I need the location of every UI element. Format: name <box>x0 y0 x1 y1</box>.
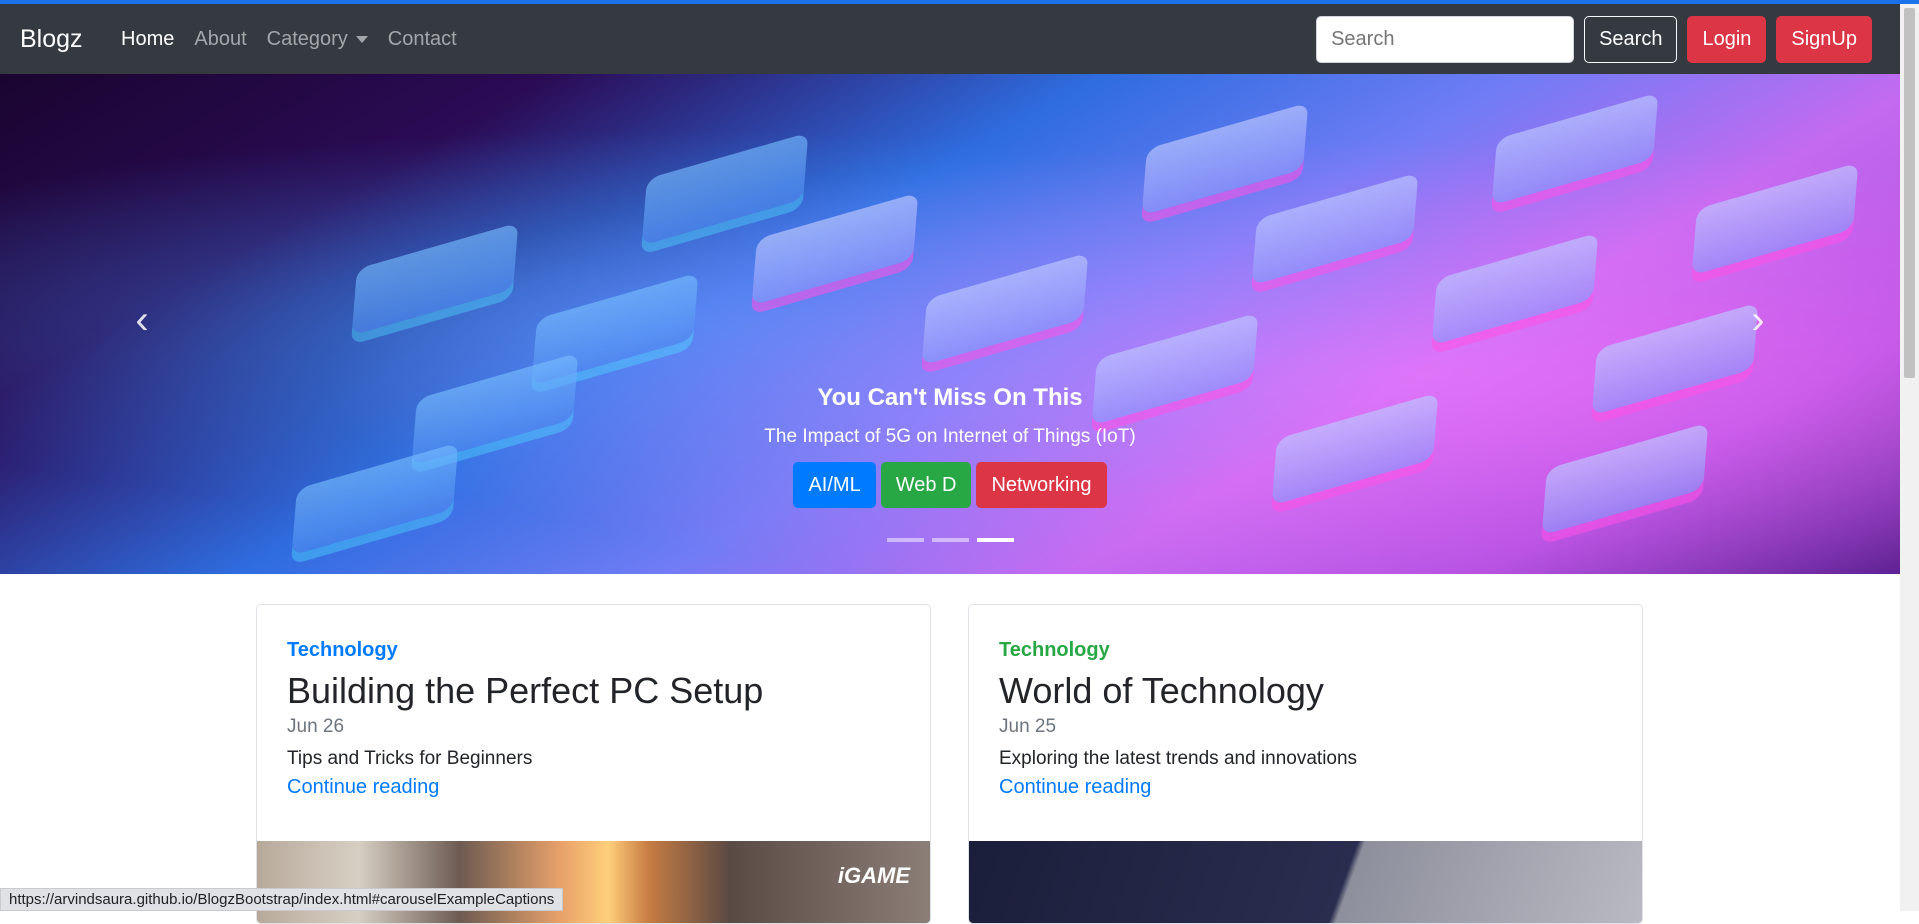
card-date: Jun 25 <box>999 716 1057 737</box>
nav-dropdown-category[interactable]: Category <box>257 28 378 51</box>
carousel-next-button[interactable]: › <box>1738 297 1778 342</box>
carousel-prev-button[interactable]: ‹ <box>122 297 162 342</box>
nav-link-about[interactable]: About <box>184 28 256 51</box>
carousel-subheading: The Impact of 5G on Internet of Things (… <box>764 426 1136 447</box>
card-image <box>969 841 1642 923</box>
card-date: Jun 26 <box>287 716 345 737</box>
card-image: iGAME <box>257 841 930 923</box>
carousel-indicator-2[interactable] <box>931 538 969 542</box>
search-input[interactable] <box>1316 16 1575 63</box>
hero-carousel: ‹ › You Can't Miss On This The Impact of… <box>0 74 1900 574</box>
blog-card-pc-setup: Technology Building the Perfect PC Setup… <box>256 604 931 924</box>
carousel-indicators <box>0 538 1900 542</box>
card-title: Building the Perfect PC Setup <box>287 670 764 711</box>
igame-logo: iGAME <box>837 863 910 888</box>
carousel-tags: AI/ML Web D Networking <box>0 462 1900 508</box>
chevron-left-icon: ‹ <box>135 297 149 342</box>
carousel-heading: You Can't Miss On This <box>817 384 1083 411</box>
card-title: World of Technology <box>999 670 1324 711</box>
blog-card-world-tech: Technology World of Technology Jun 25 Ex… <box>968 604 1643 924</box>
brand-logo[interactable]: Blogz <box>20 25 83 54</box>
chevron-right-icon: › <box>1751 297 1765 342</box>
tag-aiml-button[interactable]: AI/ML <box>793 462 876 508</box>
nav-dropdown-label: Category <box>266 27 348 50</box>
caret-down-icon <box>355 35 368 43</box>
tag-webd-button[interactable]: Web D <box>880 462 972 508</box>
carousel-caption: You Can't Miss On This The Impact of 5G … <box>0 384 1900 508</box>
card-category[interactable]: Technology <box>999 639 1612 662</box>
nav-link-home[interactable]: Home <box>111 28 184 51</box>
nav-links: Home About Category Contact <box>111 28 467 51</box>
card-description: Exploring the latest trends and innovati… <box>999 748 1358 769</box>
navbar: Blogz Home About Category Contact Search… <box>0 4 1900 74</box>
login-button[interactable]: Login <box>1687 16 1767 63</box>
search-button[interactable]: Search <box>1584 16 1678 63</box>
scrollbar-thumb[interactable] <box>1904 8 1915 378</box>
nav-actions: Search Login SignUp <box>1316 16 1872 63</box>
nav-link-contact[interactable]: Contact <box>378 28 467 51</box>
carousel-indicator-1[interactable] <box>886 538 924 542</box>
card-category[interactable]: Technology <box>287 639 900 662</box>
signup-button[interactable]: SignUp <box>1776 16 1872 63</box>
vertical-scrollbar[interactable] <box>1900 4 1919 911</box>
continue-reading-link[interactable]: Continue reading <box>287 776 439 798</box>
status-bar-url: https://arvindsaura.github.io/BlogzBoots… <box>0 888 564 911</box>
tag-networking-button[interactable]: Networking <box>976 462 1107 508</box>
carousel-indicator-3[interactable] <box>976 538 1014 542</box>
card-description: Tips and Tricks for Beginners <box>287 748 533 769</box>
continue-reading-link[interactable]: Continue reading <box>999 776 1151 798</box>
